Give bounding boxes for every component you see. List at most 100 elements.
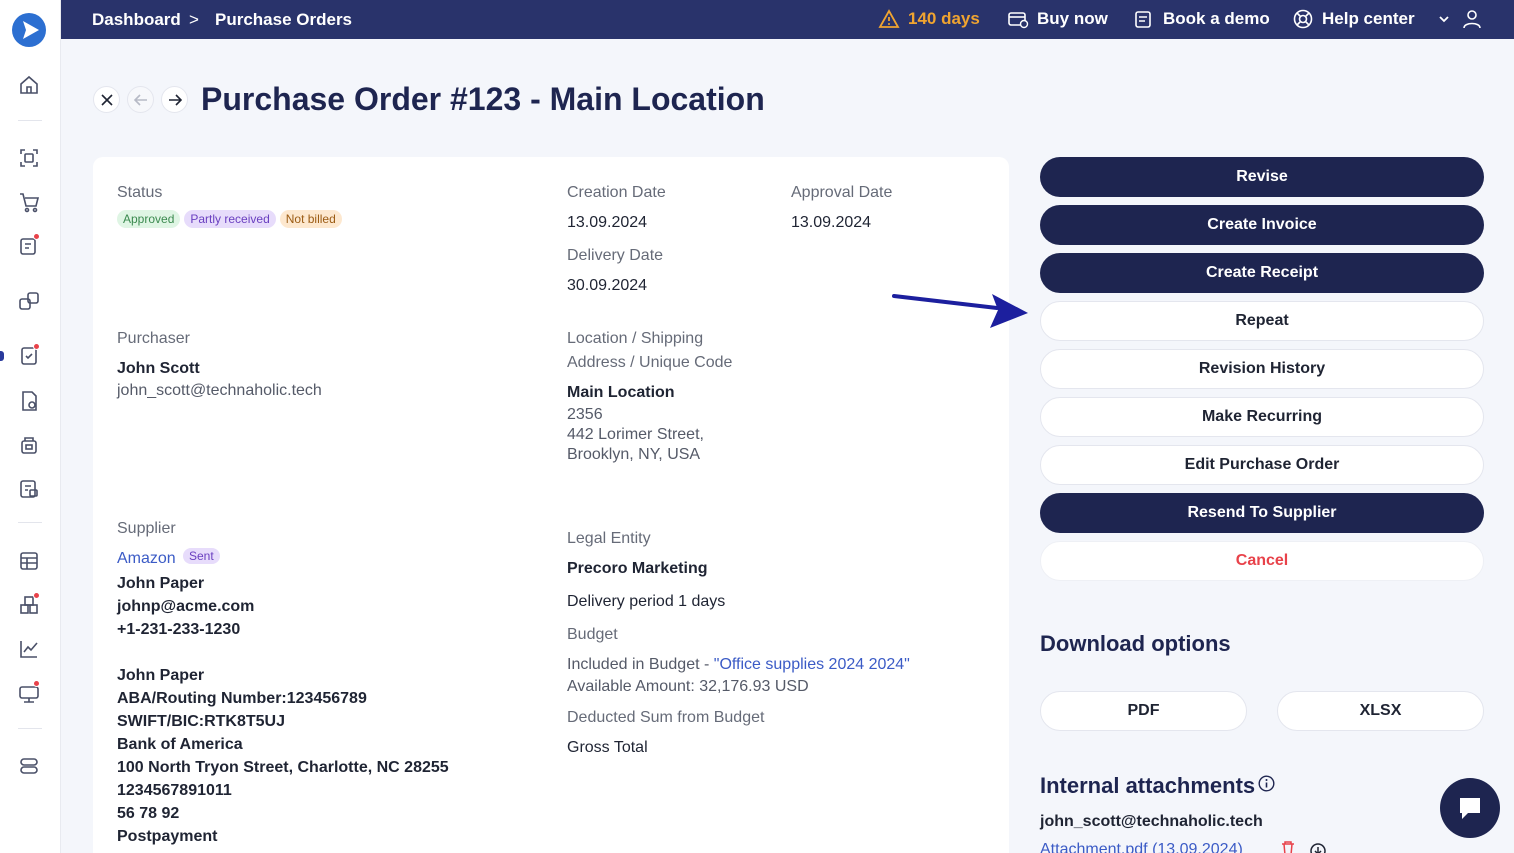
make-recurring-button[interactable]: Make Recurring [1040,397,1484,437]
repeat-button[interactable]: Repeat [1040,301,1484,341]
approval-date-value: 13.09.2024 [791,214,872,231]
trash-icon[interactable] [1280,840,1296,853]
download-pdf-button[interactable]: PDF [1040,691,1247,731]
approvals-icon[interactable] [17,289,41,313]
internal-attachments-heading: Internal attachments [1040,773,1256,798]
chat-icon [1460,798,1480,819]
revision-history-button[interactable]: Revision History [1040,349,1484,389]
budget-icon[interactable] [17,549,41,573]
top-bar: Dashboard > Purchase Orders 140 days Buy… [61,0,1514,39]
notification-dot [33,592,40,599]
arrow-left-icon [133,93,147,106]
trial-days-indicator[interactable]: 140 days [878,8,980,30]
help-dropdown-toggle[interactable] [1437,8,1451,30]
supplier-label: Supplier [117,520,176,537]
creation-date-label: Creation Date [567,184,666,201]
location-address-line1: 442 Lorimer Street, [567,426,704,443]
notification-dot [33,680,40,687]
supplier-link[interactable]: Amazon [117,550,176,568]
home-icon[interactable] [17,73,41,97]
status-badges: Approved Partly received Not billed [117,210,344,228]
attachment-file-link[interactable]: Attachment.pdf (13.09.2024) [1040,841,1243,853]
create-invoice-button[interactable]: Create Invoice [1040,205,1484,245]
invoice-icon[interactable] [17,389,41,413]
notification-dot [33,343,40,350]
revise-button[interactable]: Revise [1040,157,1484,197]
breadcrumb-purchase-orders[interactable]: Purchase Orders [215,10,352,30]
book-demo-link[interactable]: Book a demo [1133,8,1270,30]
user-icon [1463,10,1481,29]
location-label-line1: Location / Shipping [567,330,704,347]
supplier-contact: John Paper [117,575,205,592]
cancel-button[interactable]: Cancel [1040,541,1484,581]
budget-prefix: Included in Budget - [567,656,714,673]
bank-account: 1234567891011 [117,782,232,799]
scan-document-icon[interactable] [17,146,41,170]
status-label: Status [117,184,163,201]
bank-name: Bank of America [117,736,243,753]
approval-date-label: Approval Date [791,184,893,201]
edit-purchase-order-button[interactable]: Edit Purchase Order [1040,445,1484,485]
help-center-link[interactable]: Help center [1292,8,1415,30]
bank-extra: 56 78 92 [117,805,180,822]
sidebar-divider [18,728,42,729]
download-options-heading: Download options [1040,631,1231,656]
sidebar-divider [18,120,42,121]
notification-dot [33,233,40,240]
previous-button[interactable] [127,86,154,113]
supplier-phone: +1-231-233-1230 [117,621,241,638]
purchaser-name: John Scott [117,360,200,377]
cart-icon[interactable] [17,190,41,214]
bank-swift: SWIFT/BIC:RTK8T5UJ [117,713,285,730]
close-button[interactable] [93,86,120,113]
payment-icon[interactable] [17,477,41,501]
supplier-sent-badge: Sent [183,548,220,564]
download-icon[interactable] [1308,842,1328,853]
location-label-line2: Address / Unique Code [567,354,733,371]
status-badge-not-billed: Not billed [279,210,342,228]
lifebuoy-icon [1293,9,1313,29]
warning-icon [878,9,900,28]
delivery-date-value: 30.09.2024 [567,277,648,294]
location-address-line2: Brooklyn, NY, USA [567,446,701,463]
location-name: Main Location [567,384,675,401]
user-menu[interactable] [1461,8,1483,30]
resend-to-supplier-button[interactable]: Resend To Supplier [1040,493,1484,533]
budget-link[interactable]: "Office supplies 2024 2024" [714,656,910,673]
receipt-icon[interactable] [17,433,41,457]
location-code: 2356 [567,406,603,423]
buy-now-label: Buy now [1037,9,1108,28]
breadcrumb-separator: > [189,10,199,29]
info-icon[interactable] [1258,775,1275,792]
status-badge-partly-received: Partly received [184,210,276,228]
close-icon [100,93,113,106]
arrow-right-icon [168,93,182,106]
chevron-down-icon [1439,16,1449,23]
budget-included-line: Included in Budget - "Office supplies 20… [567,656,910,674]
create-receipt-button[interactable]: Create Receipt [1040,253,1484,293]
budget-label: Budget [567,626,618,643]
download-xlsx-button[interactable]: XLSX [1277,691,1484,731]
budget-available: Available Amount: 32,176.93 USD [567,678,809,695]
page-title: Purchase Order #123 - Main Location [201,81,765,117]
help-center-label: Help center [1322,9,1415,28]
purchaser-label: Purchaser [117,330,190,347]
active-indicator [0,351,4,361]
deducted-sum-label: Deducted Sum from Budget [567,709,765,726]
settings-toggle-icon[interactable] [17,754,41,778]
legal-entity-label: Legal Entity [567,530,651,547]
purchaser-email: john_scott@technaholic.tech [117,382,322,399]
chat-widget-button[interactable] [1440,778,1500,838]
app-logo[interactable] [12,13,46,47]
buy-now-link[interactable]: Buy now [1007,8,1108,30]
next-button[interactable] [161,86,188,113]
breadcrumb-dashboard[interactable]: Dashboard [92,10,181,30]
analytics-icon[interactable] [17,637,41,661]
sidebar [0,0,61,853]
creation-date-value: 13.09.2024 [567,214,648,231]
trial-days-label: 140 days [908,9,980,28]
status-badge-approved: Approved [117,210,181,228]
delivery-period: Delivery period 1 days [567,593,726,610]
book-demo-label: Book a demo [1163,9,1270,28]
calendar-icon [1135,11,1151,28]
